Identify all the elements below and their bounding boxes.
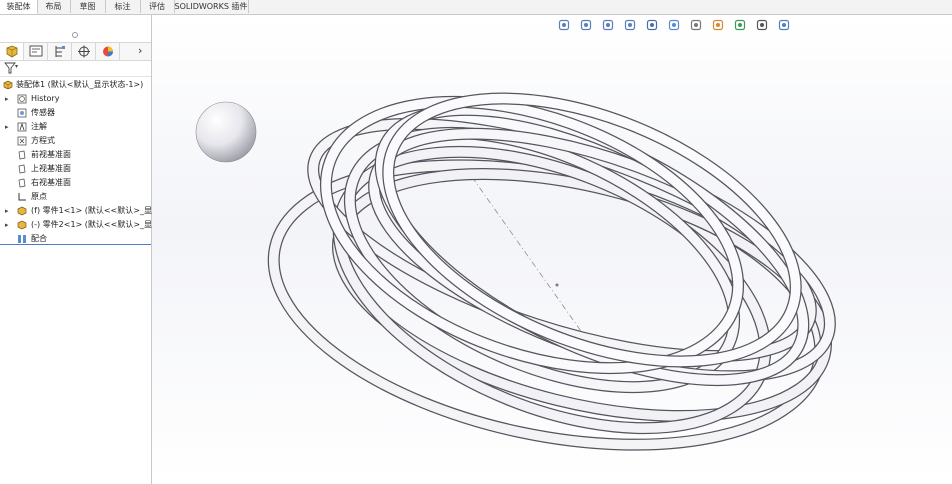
tree-item-label: 传感器 <box>31 108 55 117</box>
panel-divider <box>0 244 151 245</box>
filter-bar: ▾ <box>0 60 151 77</box>
manager-tabs: › <box>0 42 151 61</box>
tree-item-label: 右视基准面 <box>31 178 71 187</box>
history-icon <box>17 94 27 104</box>
tree-item-label: 注解 <box>31 122 47 131</box>
mates-icon <box>18 235 26 243</box>
annotation-icon <box>17 122 27 132</box>
feature-manager-panel: › ▾ 装配体1 (默认<默认_显示状态-1>) ▸ History 传感器 ▸ 注解方… <box>0 15 160 484</box>
tree-item-label: 前视基准面 <box>31 150 71 159</box>
tab-layout[interactable]: 布局 <box>37 0 71 13</box>
dimxpert-manager-tab[interactable] <box>72 43 96 60</box>
plane-icon <box>18 150 26 160</box>
sensor-icon <box>17 108 27 118</box>
reference-sphere <box>195 101 257 163</box>
tab-assembly[interactable]: 装配体 <box>0 0 38 14</box>
tree-root-label: 装配体1 (默认<默认_显示状态-1>) <box>16 80 144 89</box>
tab-evaluate[interactable]: 评估 <box>140 0 175 13</box>
tree-item-label: 原点 <box>31 192 47 201</box>
property-manager-icon <box>29 45 43 57</box>
tree-item-label: History <box>31 94 60 103</box>
assembly-icon <box>3 80 13 90</box>
plane-icon <box>18 164 26 174</box>
more-tabs-arrow-icon[interactable]: › <box>138 44 142 57</box>
model-canvas <box>195 92 836 451</box>
command-manager-tabs: 装配体 布局 草图 标注 评估 SOLIDWORKS 插件 <box>0 0 952 15</box>
graphics-area[interactable] <box>152 15 952 484</box>
display-manager-icon <box>103 46 113 57</box>
configuration-manager-tab[interactable] <box>48 43 72 60</box>
tree-item-label: 上视基准面 <box>31 164 71 173</box>
expand-arrow-icon[interactable]: ▸ <box>5 120 11 134</box>
tree-item-label: 方程式 <box>31 136 55 145</box>
origin-icon <box>18 193 26 201</box>
expand-arrow-icon[interactable]: ▸ <box>5 92 11 106</box>
display-manager-tab[interactable] <box>96 43 120 60</box>
tab-solidworks-addins[interactable]: SOLIDWORKS 插件 <box>174 0 249 13</box>
equation-icon <box>17 136 27 146</box>
feature-tree-icon <box>6 45 18 58</box>
part-icon <box>17 220 27 230</box>
feature-manager-tab[interactable] <box>0 43 24 60</box>
tree-item-label: (f) 零件1<1> (默认<<默认>_显示 <box>31 206 160 215</box>
expand-arrow-icon[interactable]: ▸ <box>5 204 11 218</box>
tree-item-label: (-) 零件2<1> (默认<<默认>_显示 <box>31 220 161 229</box>
panel-grip-icon[interactable] <box>72 32 78 38</box>
dimxpert-icon <box>78 45 90 58</box>
part-icon <box>17 206 27 216</box>
filter-dropdown-caret-icon[interactable]: ▾ <box>15 63 18 70</box>
plane-icon <box>18 178 26 188</box>
tab-markup[interactable]: 标注 <box>105 0 141 13</box>
configuration-manager-icon <box>55 46 65 57</box>
expand-arrow-icon[interactable]: ▸ <box>5 218 11 232</box>
filter-icon[interactable] <box>2 61 22 75</box>
property-manager-tab[interactable] <box>24 43 48 60</box>
axis-point <box>555 283 559 287</box>
tab-sketch[interactable]: 草图 <box>70 0 106 13</box>
